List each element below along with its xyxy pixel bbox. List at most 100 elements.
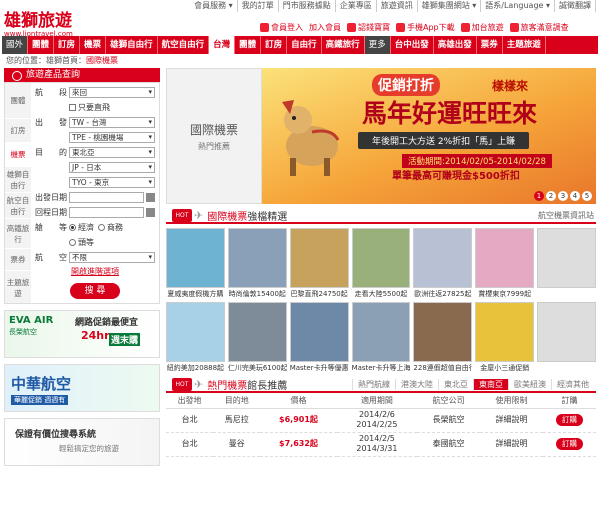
search-tab[interactable]: 票券 <box>5 249 31 271</box>
topbar-link[interactable]: 旅遊資訊 <box>377 0 418 12</box>
deal-card[interactable]: Master卡升等上海 <box>351 302 411 373</box>
nav-item[interactable]: 主題旅遊 <box>503 36 546 54</box>
quick-taiwan[interactable]: 加台旅遊 <box>460 22 504 33</box>
nav-item[interactable]: 訂房 <box>261 36 288 54</box>
deal-card[interactable]: 紐約美加20888起 <box>166 302 225 373</box>
slide-dot[interactable]: 3 <box>558 191 568 201</box>
airline-select[interactable]: 不限 <box>69 252 155 263</box>
nav-item[interactable]: 自由行 <box>287 36 322 54</box>
deal-card[interactable] <box>537 228 596 299</box>
topbar-link[interactable]: 雄獅集團網站 ▾ <box>418 0 482 12</box>
deal-card[interactable]: 金廈小三通促銷 <box>475 302 535 373</box>
price-search-ad[interactable]: 保證有價位搜尋系統 輕鬆搞定您的旅遊 <box>4 418 160 466</box>
deal-card[interactable]: 歐洲往返27825起 <box>413 228 473 299</box>
slide-dot[interactable]: 5 <box>582 191 592 201</box>
quick-taiwan-label: 加台旅遊 <box>471 23 504 32</box>
calendar-icon[interactable] <box>146 208 155 217</box>
deal-card[interactable]: 巴黎直飛24750起 <box>289 228 349 299</box>
site-logo[interactable]: 雄獅旅遊 www.liontravel.com <box>0 12 120 38</box>
nav-item[interactable]: 團體 <box>28 36 55 54</box>
deal-photo <box>166 302 225 362</box>
class-business-radio[interactable] <box>98 224 105 231</box>
advanced-options-link[interactable]: 開啟進階選項 <box>35 266 155 277</box>
order-button[interactable]: 訂購 <box>542 408 596 433</box>
slide-dot[interactable]: 4 <box>570 191 580 201</box>
search-tab[interactable]: 訂房 <box>5 119 31 143</box>
direct-checkbox[interactable] <box>69 104 76 111</box>
search-button[interactable]: 搜 尋 <box>70 283 120 299</box>
search-tab[interactable]: 主題旅遊 <box>5 271 31 305</box>
quick-app[interactable]: 手機App下載 <box>396 22 455 33</box>
nav-item[interactable]: 訂房 <box>54 36 81 54</box>
search-tab-active[interactable]: 機票 <box>5 143 31 167</box>
cell-price: $7,632起 <box>260 432 337 457</box>
search-tab[interactable]: 團體 <box>5 83 31 119</box>
featured-section-header: HOT ✈ 國際機票強檔精選 航空機票資訊站 <box>166 208 596 224</box>
topbar-link[interactable]: 語系/Language ▾ <box>481 0 555 12</box>
breadcrumb-home[interactable]: 雄獅首頁 <box>46 56 78 65</box>
dest-city-select[interactable]: TYO - 東京 <box>69 177 155 188</box>
topbar-link[interactable]: 門市服務據點 <box>279 0 336 12</box>
class-economy-radio[interactable] <box>69 224 76 231</box>
deal-card[interactable] <box>537 302 596 373</box>
slide-dot[interactable]: 2 <box>546 191 556 201</box>
search-tab[interactable]: 高鐵旅行 <box>5 219 31 249</box>
featured-title-highlight: 國際機票 <box>207 211 248 223</box>
trip-type-select[interactable]: 來回 <box>69 87 155 98</box>
deal-card[interactable]: 仁川完美玩6100起 <box>227 302 287 373</box>
quick-survey[interactable]: 旅客滿意調查 <box>509 22 569 33</box>
quick-login[interactable]: 會員登入 <box>260 22 303 33</box>
region-tab[interactable]: 東北亞 <box>438 378 473 390</box>
region-tab[interactable]: 經濟其他 <box>551 378 594 390</box>
search-tab[interactable]: 航空自由行 <box>5 193 31 219</box>
deal-title: 夏威夷度假機方購 <box>167 290 224 298</box>
dest-region-select[interactable]: 東北亞 <box>69 147 155 158</box>
deal-card[interactable]: 夏威夷度假機方購 <box>166 228 225 299</box>
logo-url: www.liontravel.com <box>4 30 73 38</box>
banner-subtitle: 熱門推薦 <box>198 141 230 151</box>
nav-item[interactable]: 台中出發 <box>391 36 434 54</box>
ret-date-input[interactable] <box>69 207 144 218</box>
deal-card[interactable]: Master卡升等優惠 <box>289 302 349 373</box>
topbar-link[interactable]: 我的訂單 <box>238 0 279 12</box>
calendar-icon[interactable] <box>146 193 155 202</box>
promo-slide[interactable]: 促銷打折 樣樣來 馬年好運旺旺來 年後開工大方送 2%折扣「馬」上賺 活動期間:… <box>262 68 596 204</box>
deal-card[interactable]: 228連假超值自由行 <box>413 302 473 373</box>
deal-card[interactable]: 走看大陸5500起 <box>351 228 411 299</box>
topbar-link[interactable]: 會員服務 ▾ <box>190 0 238 12</box>
nav-item[interactable]: 票券 <box>477 36 503 54</box>
deal-title: 歐洲往返27825起 <box>414 290 472 298</box>
deal-card[interactable]: 賞櫻東京7999起 <box>475 228 535 299</box>
eva-air-ad[interactable]: EVA AIR 長榮航空 網路促銷最便宜 24hr 週末購 <box>4 310 160 358</box>
china-airlines-ad[interactable]: 中華航空 華麗促銷 週週有 <box>4 364 160 412</box>
deal-card[interactable]: 時尚倫敦15400起 <box>227 228 287 299</box>
nav-item[interactable]: 高鐵旅行 <box>322 36 365 54</box>
search-tab[interactable]: 雄獅自由行 <box>5 167 31 193</box>
quick-join[interactable]: 加入會員 <box>309 22 341 33</box>
out-date-input[interactable] <box>69 192 144 203</box>
quick-wallet[interactable]: 認錢寶寶 <box>347 22 390 33</box>
nav-item[interactable]: 機票 <box>80 36 107 54</box>
depart-city-select[interactable]: TPE - 桃園機場 <box>69 132 155 143</box>
topbar-link[interactable]: 誠徵翻譯 <box>555 0 596 12</box>
depart-region-select[interactable]: TW - 台灣 <box>69 117 155 128</box>
nav-item[interactable]: 高雄出發 <box>434 36 477 54</box>
details-link[interactable]: 詳細說明 <box>480 408 543 433</box>
nav-item[interactable]: 國外 <box>2 36 29 54</box>
slide-dot[interactable]: 1 <box>534 191 544 201</box>
details-link[interactable]: 詳細說明 <box>480 432 543 457</box>
class-first-radio[interactable] <box>69 239 76 246</box>
nav-item[interactable]: 雄獅自由行 <box>106 36 158 54</box>
nav-item[interactable]: 航空自由行 <box>158 36 210 54</box>
airline-info-link[interactable]: 航空機票資訊站 <box>538 210 594 221</box>
dest-country-select[interactable]: JP - 日本 <box>69 162 155 173</box>
region-tab[interactable]: 東南亞 <box>473 378 508 390</box>
nav-item[interactable]: 更多 <box>364 36 391 54</box>
order-button[interactable]: 訂購 <box>542 432 596 457</box>
nav-item[interactable]: 台灣 <box>209 36 236 54</box>
topbar-link[interactable]: 企業專區 <box>336 0 377 12</box>
nav-item[interactable]: 團體 <box>235 36 262 54</box>
region-tab[interactable]: 熱門航線 <box>352 378 395 390</box>
region-tab[interactable]: 歐美紐澳 <box>508 378 551 390</box>
region-tab[interactable]: 港澳大陸 <box>395 378 438 390</box>
